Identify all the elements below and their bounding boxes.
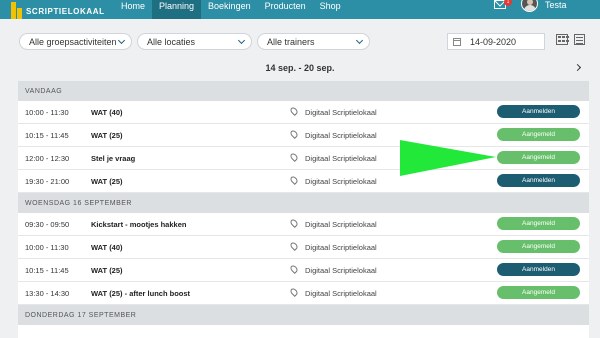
logo-text: SCRIPTIELOKAAL — [26, 7, 105, 16]
activities-filter-label: Alle groepsactiviteiten — [29, 36, 117, 47]
user-name[interactable]: Testa — [545, 0, 567, 10]
location-pin-icon — [289, 175, 299, 185]
list-item: 10:00 - 11:30 WAT (40) Digitaal Scriptie… — [18, 101, 589, 124]
day-header: WOENSDAG 16 SEPTEMBER — [18, 193, 589, 213]
list-item: 13:30 - 14:30 WAT (25) - after lunch boo… — [18, 282, 589, 305]
list-view-button[interactable] — [574, 34, 586, 46]
enrolled-button[interactable]: Aangemeld — [497, 240, 580, 253]
enroll-button[interactable]: Aanmelden — [497, 174, 580, 187]
location-pin-icon — [289, 287, 299, 297]
list-item: 10:15 - 11:45 WAT (25) Digitaal Scriptie… — [18, 259, 589, 282]
date-input[interactable]: 14-09-2020 — [447, 33, 545, 50]
trainers-filter[interactable]: Alle trainers — [257, 33, 370, 50]
nav-item-products[interactable]: Producten — [258, 0, 313, 19]
annotation-arrow-icon — [400, 140, 496, 176]
day-header: DONDERDAG 17 SEPTEMBER — [18, 305, 589, 325]
list-item: 09:30 - 09:50 Kickstart - mootjes hakken… — [18, 213, 589, 236]
session-title[interactable]: Kickstart - mootjes hakken — [91, 220, 186, 229]
chevron-down-icon — [355, 36, 364, 45]
session-location: Digitaal Scriptielokaal — [305, 108, 377, 117]
session-title[interactable]: WAT (25) — [91, 266, 123, 275]
session-location: Digitaal Scriptielokaal — [305, 266, 377, 275]
list-item: 12:00 - 12:30 Stel je vraag Digitaal Scr… — [18, 147, 589, 170]
session-location: Digitaal Scriptielokaal — [305, 131, 377, 140]
locations-filter[interactable]: Alle locaties — [137, 33, 252, 50]
enrolled-button[interactable]: Aangemeld — [497, 217, 580, 230]
date-value: 14-09-2020 — [470, 36, 517, 47]
list-icon — [574, 34, 585, 45]
enrolled-button[interactable]: Aangemeld — [497, 286, 580, 299]
session-title[interactable]: WAT (25) - after lunch boost — [91, 289, 190, 298]
location-pin-icon — [289, 241, 299, 251]
session-location: Digitaal Scriptielokaal — [305, 289, 377, 298]
session-time: 10:00 - 11:30 — [25, 243, 69, 252]
location-pin-icon — [289, 218, 299, 228]
nav-item-planning[interactable]: Planning — [152, 0, 202, 19]
session-title[interactable]: WAT (40) — [91, 108, 123, 117]
calendar-icon — [453, 37, 461, 46]
nav-item-bookings[interactable]: Boekingen — [201, 0, 258, 19]
session-time: 10:15 - 11:45 — [25, 266, 69, 275]
session-time: 09:30 - 09:50 — [25, 220, 70, 229]
location-pin-icon — [289, 106, 299, 116]
notification-badge: 1 — [504, 0, 512, 6]
session-time: 10:15 - 11:45 — [25, 131, 69, 140]
session-time: 10:00 - 11:30 — [25, 108, 69, 117]
session-title[interactable]: WAT (25) — [91, 177, 123, 186]
session-title[interactable]: WAT (40) — [91, 243, 123, 252]
session-location: Digitaal Scriptielokaal — [305, 220, 377, 229]
grid-view-button[interactable] — [556, 34, 569, 46]
trainers-filter-label: Alle trainers — [267, 36, 315, 47]
list-item: 10:00 - 11:30 WAT (40) Digitaal Scriptie… — [18, 236, 589, 259]
top-navbar: SCRIPTIELOKAAL Home Planning Boekingen P… — [0, 0, 600, 19]
schedule-list: VANDAAG 10:00 - 11:30 WAT (40) Digitaal … — [18, 81, 589, 338]
session-time: 12:00 - 12:30 — [25, 154, 70, 163]
locations-filter-label: Alle locaties — [147, 36, 196, 47]
list-item: 10:15 - 11:45 WAT (25) Digitaal Scriptie… — [18, 124, 589, 147]
session-location: Digitaal Scriptielokaal — [305, 154, 377, 163]
enroll-button[interactable]: Aanmelden — [497, 105, 580, 118]
avatar[interactable] — [521, 0, 538, 12]
enrolled-button[interactable]: Aangemeld — [497, 151, 580, 164]
logo[interactable]: SCRIPTIELOKAAL — [10, 0, 105, 19]
location-pin-icon — [289, 264, 299, 274]
enroll-button[interactable]: Aanmelden — [497, 263, 580, 276]
session-title[interactable]: Stel je vraag — [91, 154, 135, 163]
week-label: 14 sep. - 20 sep. — [265, 63, 335, 73]
chevron-down-icon — [117, 36, 126, 45]
list-item: 19:30 - 21:00 WAT (25) Digitaal Scriptie… — [18, 170, 589, 193]
location-pin-icon — [289, 152, 299, 162]
session-time: 19:30 - 21:00 — [25, 177, 70, 186]
day-header: VANDAAG — [18, 81, 589, 101]
nav-item-home[interactable]: Home — [114, 0, 152, 19]
enrolled-button[interactable]: Aangemeld — [497, 128, 580, 141]
logo-mark-icon — [10, 0, 23, 19]
session-title[interactable]: WAT (25) — [91, 131, 123, 140]
nav-item-shop[interactable]: Shop — [313, 0, 348, 19]
main-nav: Home Planning Boekingen Producten Shop — [114, 0, 348, 19]
session-time: 13:30 - 14:30 — [25, 289, 70, 298]
activities-filter[interactable]: Alle groepsactiviteiten — [19, 33, 132, 50]
chevron-down-icon — [237, 36, 246, 45]
session-location: Digitaal Scriptielokaal — [305, 177, 377, 186]
session-location: Digitaal Scriptielokaal — [305, 243, 377, 252]
grid-icon — [556, 34, 569, 45]
list-item — [18, 325, 589, 338]
location-pin-icon — [289, 129, 299, 139]
